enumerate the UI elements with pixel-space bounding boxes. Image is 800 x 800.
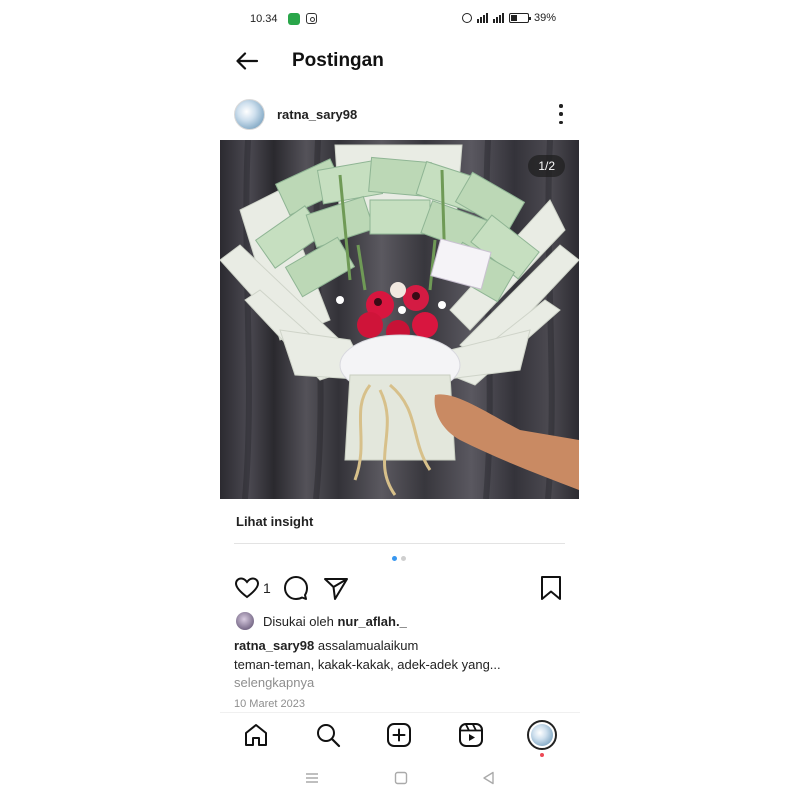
bottom-nav — [220, 712, 580, 758]
phone-screen: 10.34 39% Postingan ratna_sary98 1/2 Lih… — [220, 0, 580, 800]
heart-icon[interactable] — [234, 575, 260, 601]
liked-by-prefix: Disukai oleh — [263, 614, 334, 629]
image-counter: 1/2 — [528, 155, 565, 177]
battery-fill — [510, 15, 518, 21]
search-icon[interactable] — [315, 722, 341, 748]
comment-icon[interactable] — [283, 575, 309, 601]
battery-icon — [508, 13, 531, 23]
home-icon[interactable] — [243, 722, 269, 748]
status-right-group: 39% — [461, 12, 556, 24]
caption-second-line: teman-teman, kakak-kakak, adek-adek yang… — [234, 656, 501, 672]
view-insight-link[interactable]: Lihat insight — [236, 514, 313, 529]
page-header: Postingan — [220, 44, 580, 78]
author-username[interactable]: ratna_sary98 — [277, 107, 357, 122]
alarm-icon — [461, 13, 472, 23]
see-more-link[interactable]: selengkapnya — [234, 674, 564, 693]
carousel-dots — [392, 556, 406, 561]
profile-picture — [531, 724, 553, 746]
caption-first-line: assalamualaikum — [317, 638, 419, 653]
reels-icon[interactable] — [458, 722, 484, 748]
post-date: 10 Maret 2023 — [234, 698, 305, 710]
instagram-icon — [306, 13, 317, 24]
bookmark-icon[interactable] — [538, 575, 564, 601]
liked-by-user[interactable]: nur_aflah._ — [337, 614, 406, 629]
more-vertical-icon[interactable] — [558, 104, 564, 124]
status-time: 10.34 — [250, 13, 278, 25]
profile-avatar[interactable] — [527, 720, 557, 750]
author-avatar[interactable] — [234, 99, 265, 130]
carousel-dot — [392, 556, 397, 561]
liked-by-text: Disukai oleh nur_aflah._ — [263, 614, 407, 629]
caption-username[interactable]: ratna_sary98 — [234, 638, 314, 653]
home-square-icon[interactable] — [393, 770, 409, 786]
post-image[interactable]: 1/2 — [220, 140, 579, 499]
carousel-dot — [401, 556, 406, 561]
battery-text: 39% — [533, 12, 556, 24]
menu-icon[interactable] — [304, 770, 320, 786]
notification-dot — [540, 753, 544, 757]
create-icon[interactable] — [386, 722, 412, 748]
page-title: Postingan — [292, 50, 384, 71]
back-triangle-icon[interactable] — [481, 770, 497, 786]
signal-4g-icon — [476, 13, 488, 23]
divider — [234, 543, 565, 544]
post-caption: ratna_sary98 assalamualaikum teman-teman… — [234, 637, 564, 693]
arrow-left-icon[interactable] — [234, 48, 260, 74]
liker-avatar — [236, 612, 254, 630]
status-bar: 10.34 39% — [220, 12, 580, 28]
post-author-row: ratna_sary98 — [234, 99, 566, 131]
app-badge-icon — [288, 13, 300, 25]
system-navigation — [220, 766, 580, 790]
signal-icon — [492, 13, 504, 23]
share-icon[interactable] — [323, 575, 349, 601]
post-actions: 1 — [220, 575, 580, 601]
like-count[interactable]: 1 — [263, 580, 271, 596]
money-bouquet-illustration — [220, 140, 579, 499]
